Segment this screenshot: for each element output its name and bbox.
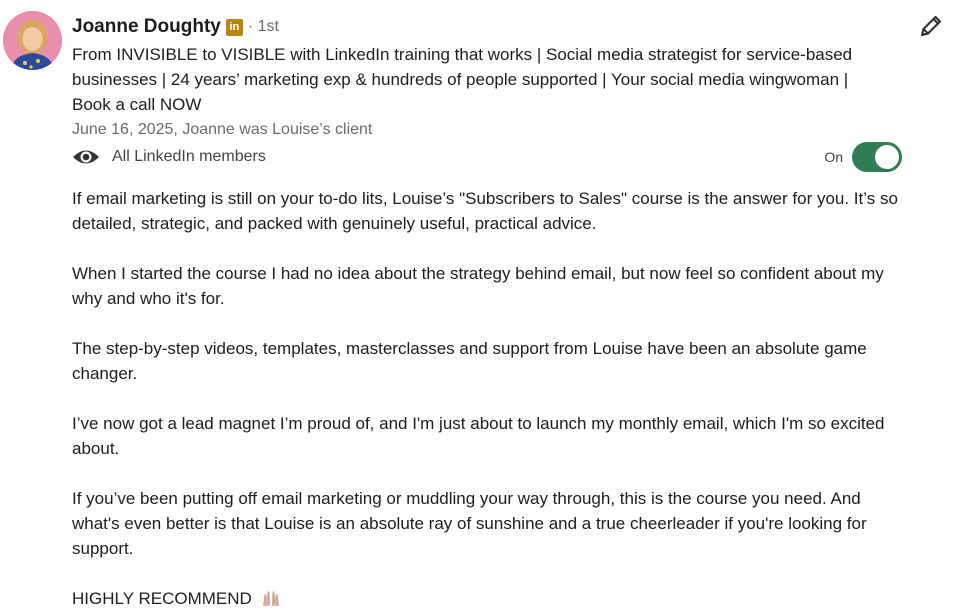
paragraph: If you’ve been putting off email marketi… — [72, 489, 867, 558]
paragraph: If email marketing is still on your to-d… — [72, 189, 898, 233]
name-row: Joanne Doughty in · 1st — [72, 14, 892, 40]
review-header: Joanne Doughty in · 1st From INVISIBLE t… — [72, 14, 892, 142]
toggle-label: On — [824, 149, 843, 165]
closing-line: HIGHLY RECOMMEND — [72, 586, 902, 611]
avatar-photo — [3, 11, 62, 70]
visibility-row: All LinkedIn members On — [72, 142, 902, 172]
paragraph: The step-by-step videos, templates, mast… — [72, 339, 867, 383]
reviewer-name[interactable]: Joanne Doughty — [72, 16, 221, 38]
avatar[interactable] — [3, 11, 62, 70]
reviewer-headline: From INVISIBLE to VISIBLE with LinkedIn … — [72, 45, 853, 114]
visibility-label: All LinkedIn members — [112, 148, 266, 165]
closing-text: HIGHLY RECOMMEND — [72, 589, 252, 608]
pencil-icon[interactable] — [916, 11, 946, 41]
raising-hands-emoji — [262, 591, 279, 606]
visibility-toggle-group: On — [824, 142, 902, 172]
visibility-toggle[interactable] — [852, 142, 902, 172]
connection-degree: · 1st — [247, 18, 279, 35]
toggle-knob — [875, 145, 899, 169]
linkedin-premium-icon: in — [225, 18, 243, 36]
recommendation-text: If email marketing is still on your to-d… — [72, 186, 902, 611]
paragraph: When I started the course I had no idea … — [72, 264, 884, 308]
paragraph: I’ve now got a lead magnet I’m proud of,… — [72, 414, 885, 458]
eye-icon — [73, 150, 99, 164]
recommendation-meta: June 16, 2025, Joanne was Louise’s clien… — [72, 121, 373, 138]
